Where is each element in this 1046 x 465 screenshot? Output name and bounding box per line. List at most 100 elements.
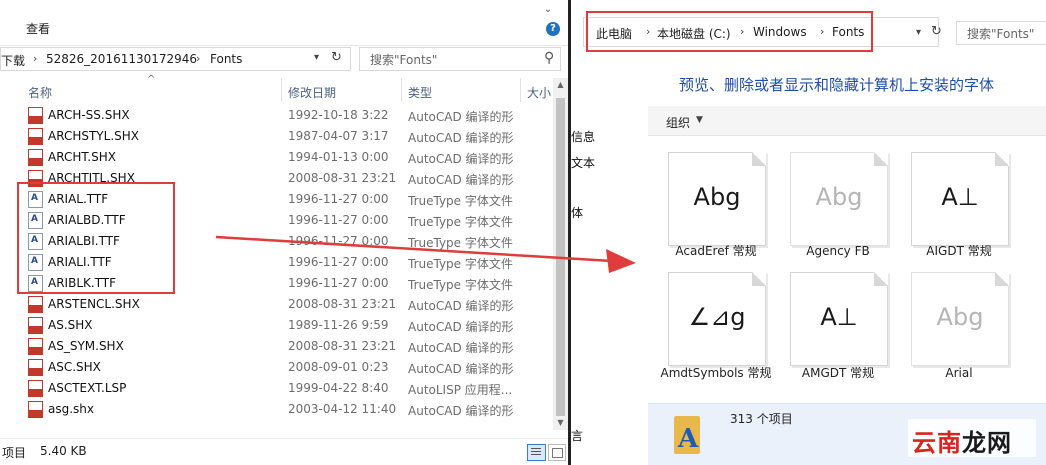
address-dropdown-icon[interactable]: ▾ xyxy=(314,52,319,63)
address-dropdown-icon[interactable]: ▾ xyxy=(916,27,921,38)
breadcrumb-folder[interactable]: 52826_20161130172946 xyxy=(46,52,197,66)
file-type: TrueType 字体文件 xyxy=(408,194,513,208)
font-preview-card[interactable]: Abg xyxy=(908,269,1009,366)
ribbon: 查看 ⌄ ? xyxy=(0,0,568,46)
watermark-part2: 龙网 xyxy=(962,429,1012,457)
file-type: TrueType 字体文件 xyxy=(408,278,513,292)
file-date: 1996-11-27 0:00 xyxy=(288,276,389,290)
side-label[interactable]: 言 xyxy=(571,427,583,444)
search-box: ⚲ xyxy=(359,47,561,71)
large-icons-view-icon[interactable] xyxy=(548,444,566,461)
font-name: AcadEref 常规 xyxy=(675,244,757,258)
file-date: 2003-04-12 11:40 xyxy=(288,402,397,416)
font-sample: A⊥ xyxy=(941,183,979,211)
item-count: 313 个项目 xyxy=(730,412,793,426)
scroll-down-icon[interactable]: ▼ xyxy=(553,418,568,430)
file-date: 2008-09-01 0:23 xyxy=(288,360,389,374)
table-row[interactable]: ARCHSTYL.SHX 1987-04-07 3:17 AutoCAD 编译的形 xyxy=(0,126,553,147)
organize-button[interactable]: 组织 xyxy=(666,114,690,131)
file-type: AutoCAD 编译的形 xyxy=(408,131,514,145)
scroll-up-icon[interactable]: ▲ xyxy=(553,80,568,94)
table-row[interactable]: ARCH-SS.SHX 1992-10-18 3:22 AutoCAD 编译的形 xyxy=(0,105,553,126)
file-type: AutoCAD 编译的形 xyxy=(408,152,514,166)
column-date[interactable]: 修改日期 xyxy=(288,84,336,101)
file-name: ARCHT.SHX xyxy=(48,150,116,164)
search-input[interactable] xyxy=(368,49,542,71)
left-explorer-window: 查看 ⌄ ? 下载 › 52826_20161130172946 › Fonts… xyxy=(0,0,568,465)
file-type: AutoCAD 编译的形 xyxy=(408,362,514,376)
column-type[interactable]: 类型 xyxy=(408,84,432,101)
side-label[interactable]: 体 xyxy=(571,204,583,221)
font-preview-card[interactable]: A⊥ xyxy=(911,152,1009,246)
column-divider[interactable] xyxy=(401,78,402,102)
table-row[interactable]: AS.SHX 1989-11-26 9:59 AutoCAD 编译的形 xyxy=(0,315,553,336)
watermark-part1: 云南 xyxy=(912,429,962,457)
file-type: AutoCAD 编译的形 xyxy=(408,173,514,187)
page-fold-icon xyxy=(874,272,888,286)
table-row[interactable]: asg.shx 2003-04-12 11:40 AutoCAD 编译的形 xyxy=(0,399,553,420)
font-sample: Abg xyxy=(693,183,741,211)
breadcrumb-separator-icon[interactable]: › xyxy=(33,52,37,65)
search-icon[interactable]: ⚲ xyxy=(544,50,554,66)
column-divider[interactable] xyxy=(520,78,521,102)
shx-file-icon xyxy=(28,338,43,355)
file-name: ARCH-SS.SHX xyxy=(48,108,130,122)
table-row[interactable]: ARSTENCL.SHX 2008-08-31 23:21 AutoCAD 编译的形 xyxy=(0,294,553,315)
table-row[interactable]: AS_SYM.SHX 2008-08-31 23:21 AutoCAD 编译的形 xyxy=(0,336,553,357)
shx-file-icon xyxy=(28,128,43,145)
file-date: 1992-10-18 3:22 xyxy=(288,108,389,122)
column-name[interactable]: 名称 xyxy=(28,84,52,101)
page-fold-icon xyxy=(995,272,1009,286)
address-row: 下载 › 52826_20161130172946 › Fonts ▾ ↻ ⚲ xyxy=(0,47,568,73)
font-name: AIGDT 常规 xyxy=(926,244,992,258)
font-preview-card[interactable]: Abg xyxy=(668,152,766,246)
file-name: ASCTEXT.LSP xyxy=(48,381,127,395)
page-fold-icon xyxy=(874,152,888,166)
font-preview-card[interactable]: Abg xyxy=(787,149,888,246)
font-preview-card[interactable]: ∠⊿g xyxy=(668,272,766,366)
file-name: asg.shx xyxy=(48,402,94,416)
font-preview-card[interactable]: A⊥ xyxy=(790,272,888,366)
file-date: 1996-11-27 0:00 xyxy=(288,192,389,206)
breadcrumb-downloads[interactable]: 下载 xyxy=(1,52,25,69)
column-size[interactable]: 大小 xyxy=(527,84,551,101)
file-type: AutoCAD 编译的形 xyxy=(408,299,514,313)
fonts-toolbar: 组织 ▼ xyxy=(648,106,1046,136)
fonts-heading: 预览、删除或者显示和隐藏计算机上安装的字体 xyxy=(679,76,995,94)
refresh-icon[interactable]: ↻ xyxy=(331,50,342,65)
ribbon-collapse-icon[interactable]: ⌄ xyxy=(540,2,556,18)
file-name: ASC.SHX xyxy=(48,360,101,374)
file-name: AS_SYM.SHX xyxy=(48,339,124,353)
table-row[interactable]: ASCTEXT.LSP 1999-04-22 8:40 AutoLISP 应用程..… xyxy=(0,378,553,399)
scrollbar-thumb[interactable] xyxy=(556,98,565,416)
table-row[interactable]: ARCHT.SHX 1994-01-13 0:00 AutoCAD 编译的形 xyxy=(0,147,553,168)
help-icon[interactable]: ? xyxy=(546,22,560,36)
left-pane-partial: 信息 文本 体 言 xyxy=(571,0,649,465)
side-label[interactable]: 文本 xyxy=(571,154,595,171)
file-type: TrueType 字体文件 xyxy=(408,236,513,250)
font-name: Arial xyxy=(945,366,973,380)
breadcrumb-fonts[interactable]: Fonts xyxy=(210,52,242,66)
font-sample: Abg xyxy=(815,183,863,211)
shx-file-icon xyxy=(28,149,43,166)
column-divider[interactable] xyxy=(281,78,282,102)
file-date: 2008-08-31 23:21 xyxy=(288,297,397,311)
fonts-folder-icon: A xyxy=(674,412,704,456)
status-bar: 项目 5.40 KB xyxy=(0,438,568,465)
file-type: TrueType 字体文件 xyxy=(408,257,513,271)
file-name: ARSTENCL.SHX xyxy=(48,297,140,311)
organize-dropdown-icon[interactable]: ▼ xyxy=(696,115,703,125)
ribbon-tab-view[interactable]: 查看 xyxy=(26,20,50,37)
refresh-icon[interactable]: ↻ xyxy=(931,24,942,39)
table-row[interactable]: ASC.SHX 2008-09-01 0:23 AutoCAD 编译的形 xyxy=(0,357,553,378)
font-sample: ∠⊿g xyxy=(688,303,746,331)
highlight-box-fonts-path xyxy=(586,11,873,52)
shx-file-icon xyxy=(28,317,43,334)
details-view-icon[interactable] xyxy=(527,444,546,461)
side-label[interactable]: 信息 xyxy=(571,128,595,145)
search-input[interactable] xyxy=(965,23,1046,45)
address-bar[interactable]: 下载 › 52826_20161130172946 › Fonts ▾ ↻ xyxy=(0,47,351,71)
breadcrumb-separator-icon[interactable]: › xyxy=(196,52,200,65)
status-items: 项目 xyxy=(2,446,27,460)
file-type: AutoCAD 编译的形 xyxy=(408,341,514,355)
